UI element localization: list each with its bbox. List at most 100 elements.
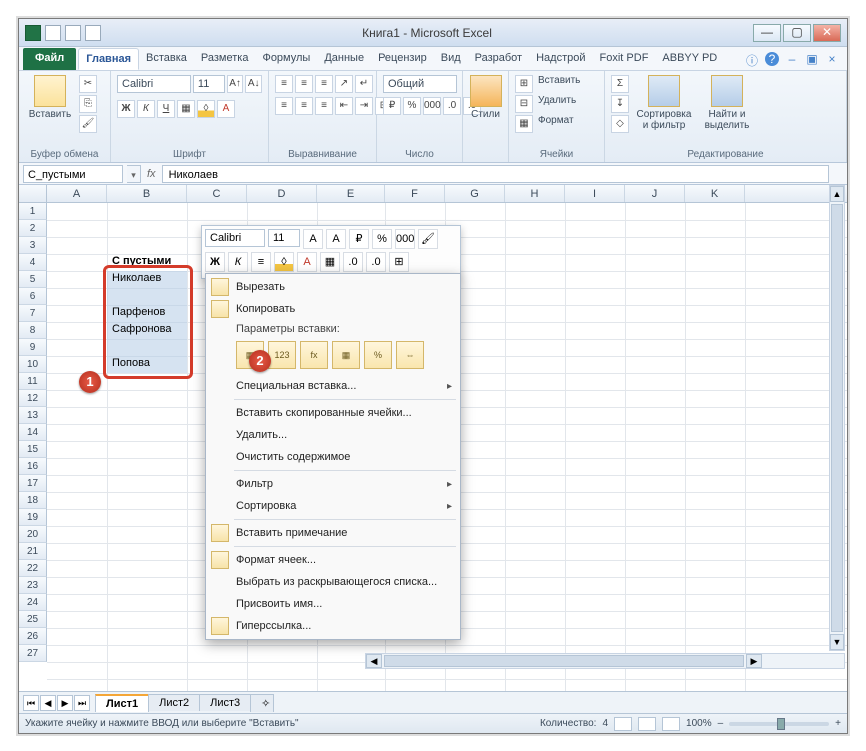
row-header[interactable]: 11 [19,373,47,390]
sheet-next-icon[interactable]: ▶ [57,695,73,711]
horizontal-scrollbar[interactable]: ◀ ▶ [365,653,845,669]
mini-percent-icon[interactable]: % [372,229,392,249]
sort-filter-button[interactable]: Сортировка и фильтр [633,75,695,131]
view-break-icon[interactable] [662,717,680,731]
mini-currency-icon[interactable]: ₽ [349,229,369,249]
fill-color-icon[interactable]: ◊ [197,100,215,118]
row-header[interactable]: 17 [19,475,47,492]
name-box[interactable]: С_пустыми [23,165,123,183]
scroll-down-icon[interactable]: ▼ [830,634,844,650]
minimize-button[interactable]: — [753,24,781,42]
tab-file[interactable]: Файл [23,48,76,70]
mini-italic-button[interactable]: К [228,252,248,272]
ctx-sort[interactable]: Сортировка [206,495,460,517]
row-header[interactable]: 10 [19,356,47,373]
mini-font-size[interactable]: 11 [268,229,300,247]
mini-bold-button[interactable]: Ж [205,252,225,272]
close-button[interactable]: ✕ [813,24,841,42]
doc-restore-icon[interactable]: ▣ [805,52,819,66]
increase-indent-icon[interactable]: ⇥ [355,97,373,115]
formula-input[interactable]: Николаев [162,165,829,183]
paste-opt-link[interactable]: ⇔ [396,341,424,369]
row-header[interactable]: 27 [19,645,47,662]
row-header[interactable]: 5 [19,271,47,288]
row-header[interactable]: 21 [19,543,47,560]
ctx-clear[interactable]: Очистить содержимое [206,446,460,468]
select-all-corner[interactable] [19,185,47,202]
ctx-comment[interactable]: Вставить примечание [206,522,460,544]
doc-minimize-icon[interactable]: – [785,52,799,66]
view-normal-icon[interactable] [614,717,632,731]
format-cells-icon[interactable]: ▦ [515,115,533,133]
ctx-delete[interactable]: Удалить... [206,424,460,446]
tab-data[interactable]: Данные [317,48,371,70]
paste-opt-transpose[interactable]: ▦ [332,341,360,369]
ctx-format-cells[interactable]: Формат ячеек... [206,549,460,571]
save-icon[interactable] [45,25,61,41]
scroll-right-icon[interactable]: ▶ [746,654,762,668]
row-header[interactable]: 22 [19,560,47,577]
maximize-button[interactable]: ▢ [783,24,811,42]
worksheet-grid[interactable]: A B C D E F G H I J K 123456789101112131… [19,185,847,691]
row-header[interactable]: 2 [19,220,47,237]
ctx-copy[interactable]: Копировать [206,298,460,320]
row-header[interactable]: 9 [19,339,47,356]
align-middle-icon[interactable]: ≡ [295,75,313,93]
ctx-dropdown-list[interactable]: Выбрать из раскрывающегося списка... [206,571,460,593]
italic-button[interactable]: К [137,100,155,118]
col-header[interactable]: F [385,185,445,202]
percent-icon[interactable]: % [403,97,421,115]
clear-icon[interactable]: ◇ [611,115,629,133]
delete-cells-icon[interactable]: ⊟ [515,95,533,113]
mini-borders-icon[interactable]: ▦ [320,252,340,272]
tab-developer[interactable]: Разработ [468,48,529,70]
row-header[interactable]: 14 [19,424,47,441]
row-header[interactable]: 3 [19,237,47,254]
row-header[interactable]: 20 [19,526,47,543]
name-box-dropdown[interactable]: ▾ [127,165,141,183]
undo-icon[interactable] [65,25,81,41]
increase-font-icon[interactable]: A↑ [227,75,244,93]
col-header[interactable]: D [247,185,317,202]
styles-button[interactable]: Стили [469,75,502,120]
tab-view[interactable]: Вид [434,48,468,70]
mini-align-icon[interactable]: ≡ [251,252,271,272]
row-header[interactable]: 16 [19,458,47,475]
bold-button[interactable]: Ж [117,100,135,118]
zoom-in-button[interactable]: + [835,718,841,729]
row-header[interactable]: 12 [19,390,47,407]
mini-font-family[interactable]: Calibri [205,229,265,247]
cut-icon[interactable]: ✂ [79,75,97,93]
mini-fill-color-icon[interactable]: ◊ [274,252,294,272]
sheet-tab-2[interactable]: Лист2 [148,694,200,711]
new-sheet-button[interactable]: ✧ [250,694,274,712]
view-layout-icon[interactable] [638,717,656,731]
col-header[interactable]: K [685,185,745,202]
mini-inc-decimal-icon[interactable]: .0 [343,252,363,272]
vscroll-thumb[interactable] [831,204,843,632]
autosum-icon[interactable]: Σ [611,75,629,93]
paste-opt-values[interactable]: 123 [268,341,296,369]
col-header[interactable]: C [187,185,247,202]
tab-foxit[interactable]: Foxit PDF [593,48,656,70]
increase-decimal-icon[interactable]: .0 [443,97,461,115]
wrap-text-icon[interactable]: ↵ [355,75,373,93]
align-top-icon[interactable]: ≡ [275,75,293,93]
mini-merge-icon[interactable]: ⊞ [389,252,409,272]
col-header[interactable]: A [47,185,107,202]
row-header[interactable]: 6 [19,288,47,305]
row-header[interactable]: 25 [19,611,47,628]
col-header[interactable]: H [505,185,565,202]
align-center-icon[interactable]: ≡ [295,97,313,115]
ctx-hyperlink[interactable]: Гиперссылка... [206,615,460,637]
row-header[interactable]: 24 [19,594,47,611]
mini-increase-font-icon[interactable]: A [303,229,323,249]
copy-icon[interactable]: ⎘ [79,95,97,113]
comma-icon[interactable]: 000 [423,97,441,115]
row-header[interactable]: 23 [19,577,47,594]
paste-opt-formulas[interactable]: fx [300,341,328,369]
borders-icon[interactable]: ▦ [177,100,195,118]
doc-close-icon[interactable]: × [825,52,839,66]
tab-insert[interactable]: Вставка [139,48,194,70]
decrease-font-icon[interactable]: A↓ [245,75,262,93]
